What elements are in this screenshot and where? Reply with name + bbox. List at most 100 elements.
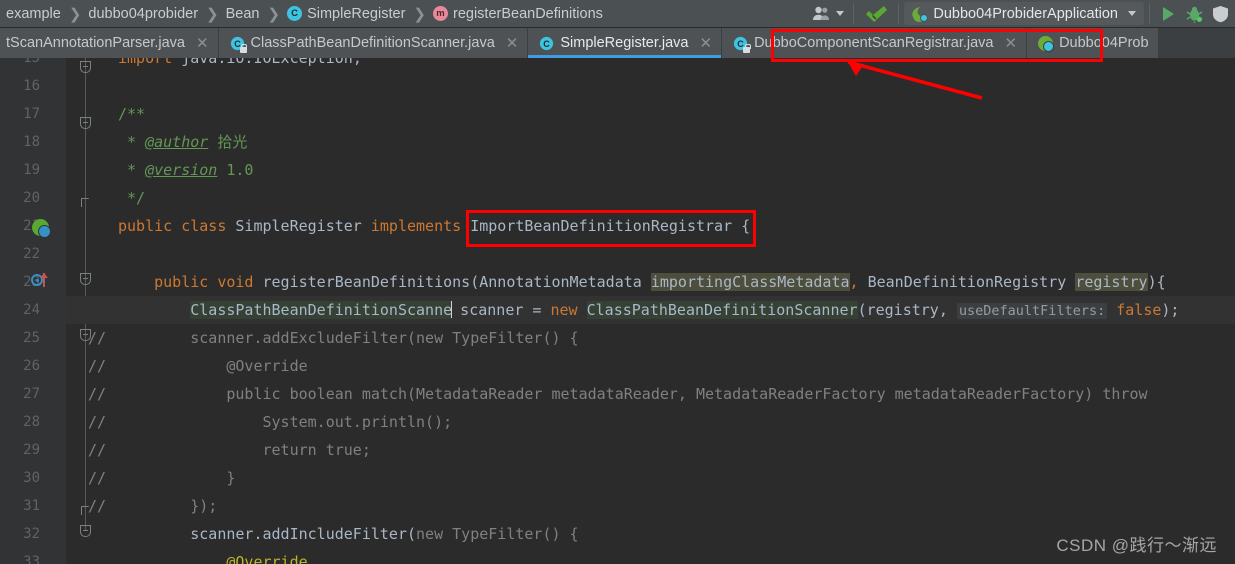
code-token: ClassPathBeanDefinitionScanner <box>586 301 858 319</box>
code-text[interactable]: import java.io.IOException; <box>118 58 362 72</box>
code-token: public boolean match(MetadataReader meta… <box>118 385 1148 403</box>
code-line-26[interactable]: 26 // @Override <box>0 352 1235 380</box>
code-token: import <box>118 58 182 67</box>
code-line-23[interactable]: 23 public void registerBeanDefinitions(A… <box>0 268 1235 296</box>
code-line-15[interactable]: 15 import java.io.IOException; <box>0 58 1235 72</box>
fold-marker-line20[interactable] <box>81 198 89 207</box>
code-line-24[interactable]: 24 ClassPathBeanDefinitionScanne scanner… <box>0 296 1235 324</box>
code-line-28[interactable]: 28 // System.out.println(); <box>0 408 1235 436</box>
code-token: SimpleRegister <box>235 217 362 235</box>
code-line-29[interactable]: 29 // return true; <box>0 436 1235 464</box>
tab-close-icon[interactable]: ✕ <box>1004 34 1017 52</box>
code-token: ){ <box>1147 273 1166 291</box>
code-text[interactable]: */ <box>118 184 145 212</box>
code-editor[interactable]: 15 import java.io.IOException; 16 17 /** 18 *… <box>0 58 1235 564</box>
comment-prefix: // <box>88 441 107 459</box>
fold-marker-line15[interactable] <box>80 61 91 73</box>
code-token: ; <box>352 58 362 67</box>
code-text[interactable]: public class SimpleRegister implements I… <box>118 212 750 240</box>
line-number: 25 <box>23 330 40 346</box>
chevron-down-icon-runcfg[interactable] <box>1128 11 1136 16</box>
code-text[interactable]: scanner.addIncludeFilter(new TypeFilter(… <box>118 520 578 548</box>
code-text[interactable]: System.out.println(); <box>118 408 452 436</box>
editor-tab-label: SimpleRegister.java <box>560 35 689 51</box>
code-token: public void <box>154 273 263 291</box>
code-text[interactable]: /** <box>118 100 145 128</box>
code-token: scanner = <box>451 301 551 319</box>
editor-tab-0[interactable]: CtScanAnnotationParser.java✕ <box>0 28 219 58</box>
run-play-icon[interactable] <box>1155 2 1181 26</box>
code-line-27[interactable]: 27 // public boolean match(MetadataReader… <box>0 380 1235 408</box>
line-number: 33 <box>23 554 40 564</box>
tab-close-icon[interactable]: ✕ <box>506 34 519 52</box>
code-token: registry <box>1075 273 1148 291</box>
code-token: ); <box>1161 301 1180 319</box>
code-line-32[interactable]: 32 scanner.addIncludeFilter(new TypeFilt… <box>0 520 1235 548</box>
debug-bug-icon[interactable] <box>1181 2 1208 26</box>
fold-marker-line31[interactable] <box>81 506 89 515</box>
code-line-20[interactable]: 20 */ <box>0 184 1235 212</box>
breadcrumb-item-simpleregister[interactable]: C SimpleRegister <box>285 6 407 22</box>
breadcrumb-item-label: dubbo04probider <box>88 5 199 22</box>
csdn-watermark: CSDN @践行～渐远 <box>1056 536 1217 555</box>
code-line-31[interactable]: 31 // }); <box>0 492 1235 520</box>
code-text[interactable]: * @version 1.0 <box>118 156 253 184</box>
breadcrumb-item-dubbo04probider[interactable]: dubbo04probider <box>86 6 200 22</box>
code-line-22[interactable]: 22 <box>0 240 1235 268</box>
breadcrumb-item-registerbeandefinitions[interactable]: m registerBeanDefinitions <box>431 6 605 22</box>
code-token: System.out.println(); <box>118 413 453 431</box>
lock-icon <box>239 43 248 53</box>
lock-icon <box>743 43 751 53</box>
code-line-21[interactable]: 21public class SimpleRegister implements… <box>0 212 1235 240</box>
fold-marker-line17[interactable] <box>80 117 91 129</box>
code-token: new <box>550 301 587 319</box>
editor-tab-3[interactable]: C DubboComponentScanRegistrar.java ✕ <box>722 28 1028 58</box>
build-hammer-icon[interactable] <box>859 2 893 26</box>
code-text[interactable]: @Override <box>118 352 307 380</box>
line-number: 29 <box>23 442 40 458</box>
implementing-method-gutter-icon[interactable] <box>31 271 49 289</box>
chevron-down-icon <box>836 11 845 16</box>
code-text[interactable]: } <box>118 464 235 492</box>
fold-marker-line32[interactable] <box>80 525 91 537</box>
editor-tab-2[interactable]: C SimpleRegister.java ✕ <box>528 28 723 58</box>
editor-tab-4[interactable]: Dubbo04Prob <box>1027 28 1159 58</box>
fold-marker-line23[interactable] <box>80 273 91 285</box>
code-text[interactable]: public boolean match(MetadataReader meta… <box>118 380 1148 408</box>
code-token: * <box>118 161 146 179</box>
code-line-30[interactable]: 30 // } <box>0 464 1235 492</box>
line-number: 17 <box>23 106 40 122</box>
code-text[interactable]: }); <box>118 492 217 520</box>
code-line-33[interactable]: 33 @Override <box>0 548 1235 564</box>
spring-bean-gutter-icon[interactable] <box>32 219 51 238</box>
code-text[interactable]: return true; <box>118 436 370 464</box>
breadcrumb-item-label: registerBeanDefinitions <box>452 5 603 22</box>
code-line-25[interactable]: 25// scanner.addExcludeFilter(new TypeFi… <box>0 324 1235 352</box>
line-number: 32 <box>23 526 40 542</box>
code-token: { <box>732 217 751 235</box>
tab-close-icon[interactable]: ✕ <box>700 34 713 52</box>
code-text[interactable]: public void registerBeanDefinitions(Anno… <box>118 268 1166 296</box>
run-configuration-selector[interactable]: Dubbo04ProbiderApplication <box>904 2 1144 25</box>
code-text[interactable]: scanner.addExcludeFilter(new TypeFilter(… <box>118 324 578 352</box>
fold-marker-line25[interactable] <box>80 329 91 341</box>
code-line-18[interactable]: 18 * @author 拾光 <box>0 128 1235 156</box>
coverage-shield-icon[interactable] <box>1208 2 1233 26</box>
code-text[interactable]: @Override <box>118 548 307 564</box>
users-icon[interactable] <box>808 2 848 26</box>
code-line-17[interactable]: 17 /** <box>0 100 1235 128</box>
code-token: AnnotationMetadata <box>479 273 651 291</box>
editor-tab-1[interactable]: C ClassPathBeanDefinitionScanner.java ✕ <box>218 28 529 58</box>
code-token: scanner.addIncludeFilter( <box>118 525 417 543</box>
code-line-16[interactable]: 16 <box>0 72 1235 100</box>
breadcrumb-item-label: SimpleRegister <box>307 5 406 22</box>
code-text[interactable]: * @author 拾光 <box>118 128 247 156</box>
top-toolbar: example ❯ dubbo04probider ❯ Bean ❯ C SimpleRegi… <box>0 0 1235 28</box>
breadcrumb-item-example[interactable]: example <box>4 6 63 22</box>
code-line-19[interactable]: 19 * @version 1.0 <box>0 156 1235 184</box>
editor-tab-label: Dubbo04Prob <box>1059 35 1149 51</box>
code-text[interactable]: ClassPathBeanDefinitionScanne scanner = … <box>118 296 1179 324</box>
tab-close-icon[interactable]: ✕ <box>196 34 209 52</box>
code-token: false <box>1116 301 1162 319</box>
breadcrumb-item-bean[interactable]: Bean <box>224 6 262 22</box>
